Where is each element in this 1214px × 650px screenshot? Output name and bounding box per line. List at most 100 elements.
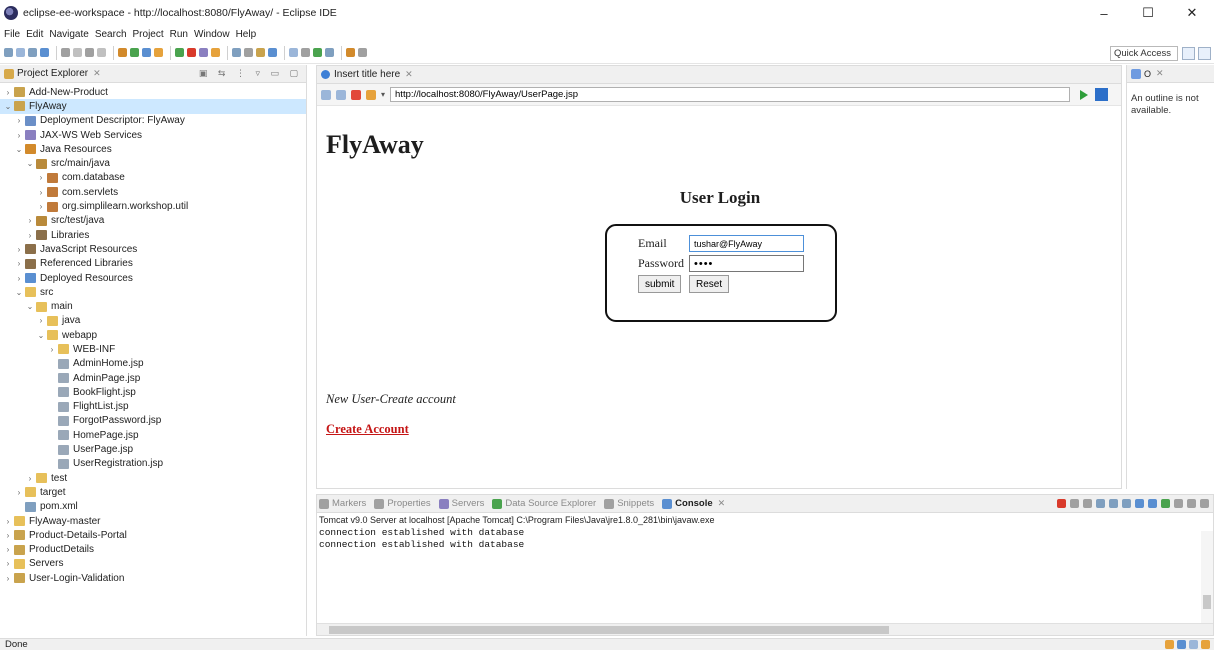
minimize-view-icon[interactable] <box>1187 499 1196 508</box>
chevron-right-icon[interactable]: › <box>14 116 24 125</box>
tab-properties[interactable]: Properties <box>374 498 431 509</box>
chevron-right-icon[interactable]: › <box>14 274 24 283</box>
tree-item[interactable]: pom.xml <box>0 500 306 514</box>
pin-console-icon[interactable] <box>1135 499 1144 508</box>
horizontal-scrollbar-thumb[interactable] <box>329 626 889 634</box>
toolbar-button-icon[interactable] <box>325 48 334 57</box>
tree-item[interactable]: UserPage.jsp <box>0 442 306 456</box>
tree-item[interactable]: › org.simplilearn.workshop.util <box>0 199 306 213</box>
display-console-icon[interactable] <box>1148 499 1157 508</box>
toolbar-button-icon[interactable] <box>40 48 49 57</box>
chevron-down-icon[interactable]: ⌄ <box>25 159 35 168</box>
chevron-down-icon[interactable]: ▾ <box>381 90 385 99</box>
chevron-down-icon[interactable]: ⌄ <box>3 102 13 111</box>
menu-window[interactable]: Window <box>194 29 230 40</box>
chevron-right-icon[interactable]: › <box>3 574 13 583</box>
tree-item[interactable]: UserRegistration.jsp <box>0 457 306 471</box>
close-icon[interactable]: ✕ <box>1156 68 1164 79</box>
chevron-right-icon[interactable]: › <box>47 345 57 354</box>
tab-snippets[interactable]: Snippets <box>604 498 654 509</box>
toolbar-button-icon[interactable] <box>256 48 265 57</box>
chevron-down-icon[interactable]: ⌄ <box>14 288 24 297</box>
chevron-right-icon[interactable]: › <box>14 245 24 254</box>
open-perspective-icon[interactable] <box>1182 47 1195 60</box>
minimize-button[interactable]: – <box>1082 0 1126 26</box>
forward-icon[interactable] <box>336 89 346 100</box>
url-input[interactable] <box>390 87 1071 102</box>
word-wrap-icon[interactable] <box>1109 499 1118 508</box>
maximize-view-icon[interactable] <box>1200 499 1209 508</box>
tree-item[interactable]: › java <box>0 314 306 328</box>
chevron-right-icon[interactable]: › <box>36 316 46 325</box>
remove-all-icon[interactable] <box>1083 499 1092 508</box>
tree-item[interactable]: › test <box>0 471 306 485</box>
chevron-down-icon[interactable]: ⌄ <box>36 331 46 340</box>
toolbar-button-icon[interactable] <box>154 48 163 57</box>
tree-item[interactable]: › Servers <box>0 557 306 571</box>
open-console-icon[interactable] <box>1161 499 1170 508</box>
toolbar-button-icon[interactable] <box>142 48 151 57</box>
vertical-scrollbar[interactable] <box>1201 531 1213 625</box>
menu-project[interactable]: Project <box>133 29 164 40</box>
chevron-right-icon[interactable]: › <box>3 559 13 568</box>
remove-launch-icon[interactable] <box>1070 499 1079 508</box>
tree-item[interactable]: › src/test/java <box>0 214 306 228</box>
maximize-button[interactable]: ☐ <box>1126 0 1170 26</box>
toolbar-button-icon[interactable] <box>73 48 82 57</box>
show-on-output-icon[interactable] <box>1122 499 1131 508</box>
toolbar-button-icon[interactable] <box>268 48 277 57</box>
email-field[interactable] <box>689 235 804 252</box>
chevron-right-icon[interactable]: › <box>14 131 24 140</box>
menu-file[interactable]: File <box>4 29 20 40</box>
chevron-right-icon[interactable]: › <box>3 517 13 526</box>
toolbar-button-icon[interactable] <box>232 48 241 57</box>
tree-item[interactable]: AdminPage.jsp <box>0 371 306 385</box>
quick-access-input[interactable]: Quick Access <box>1110 46 1178 61</box>
menu-search[interactable]: Search <box>95 29 127 40</box>
toolbar-button-icon[interactable] <box>85 48 94 57</box>
outline-tab[interactable]: O ✕ <box>1127 65 1214 83</box>
terminate-icon[interactable] <box>1057 499 1066 508</box>
tree-item[interactable]: FlightList.jsp <box>0 400 306 414</box>
tree-item[interactable]: › Libraries <box>0 228 306 242</box>
toolbar-button-icon[interactable] <box>4 48 13 57</box>
tab-markers[interactable]: Markers <box>319 498 366 509</box>
toolbar-button-icon[interactable] <box>244 48 253 57</box>
chevron-right-icon[interactable]: › <box>3 88 13 97</box>
reset-button[interactable]: Reset <box>689 275 730 293</box>
tree-item[interactable]: ⌄ webapp <box>0 328 306 342</box>
progress-icon[interactable] <box>1177 640 1186 649</box>
tree-item[interactable]: › com.database <box>0 171 306 185</box>
menu-navigate[interactable]: Navigate <box>49 29 88 40</box>
chevron-right-icon[interactable]: › <box>36 202 46 211</box>
tree-item[interactable]: ⌄ FlyAway <box>0 99 306 114</box>
stop-icon[interactable] <box>351 89 361 100</box>
tab-console[interactable]: Console ✕ <box>662 498 725 509</box>
tree-item[interactable]: HomePage.jsp <box>0 428 306 442</box>
toolbar-button-icon[interactable] <box>211 48 220 57</box>
view-menu-icon[interactable] <box>1174 499 1183 508</box>
close-icon[interactable]: ✕ <box>405 69 413 80</box>
toolbar-button-icon[interactable] <box>313 48 322 57</box>
close-icon[interactable]: ✕ <box>93 68 101 79</box>
tasks-icon[interactable] <box>1189 640 1198 649</box>
tree-item[interactable]: › JAX-WS Web Services <box>0 128 306 142</box>
chevron-down-icon[interactable]: ⌄ <box>25 302 35 311</box>
chevron-right-icon[interactable]: › <box>25 216 35 225</box>
chevron-down-icon[interactable]: ⌄ <box>14 145 24 154</box>
tree-item[interactable]: ⌄ main <box>0 299 306 313</box>
view-toolbar-icons[interactable]: ▣ ⇆ ⋮ ▿ ▭ ▢ <box>199 68 302 79</box>
tree-item[interactable]: › Referenced Libraries <box>0 257 306 271</box>
update-icon[interactable] <box>1201 640 1210 649</box>
tree-item[interactable]: › Add-New-Product <box>0 85 306 99</box>
toolbar-button-icon[interactable] <box>130 48 139 57</box>
toolbar-button-icon[interactable] <box>118 48 127 57</box>
back-icon[interactable] <box>321 89 331 100</box>
tree-item[interactable]: ⌄ src/main/java <box>0 156 306 170</box>
submit-button[interactable]: submit <box>638 275 682 293</box>
tree-item[interactable]: › FlyAway-master <box>0 514 306 528</box>
tree-item[interactable]: › JavaScript Resources <box>0 242 306 256</box>
tab-servers[interactable]: Servers <box>438 498 484 509</box>
tab-data-source-explorer[interactable]: Data Source Explorer <box>492 498 596 509</box>
toolbar-button-icon[interactable] <box>187 48 196 57</box>
